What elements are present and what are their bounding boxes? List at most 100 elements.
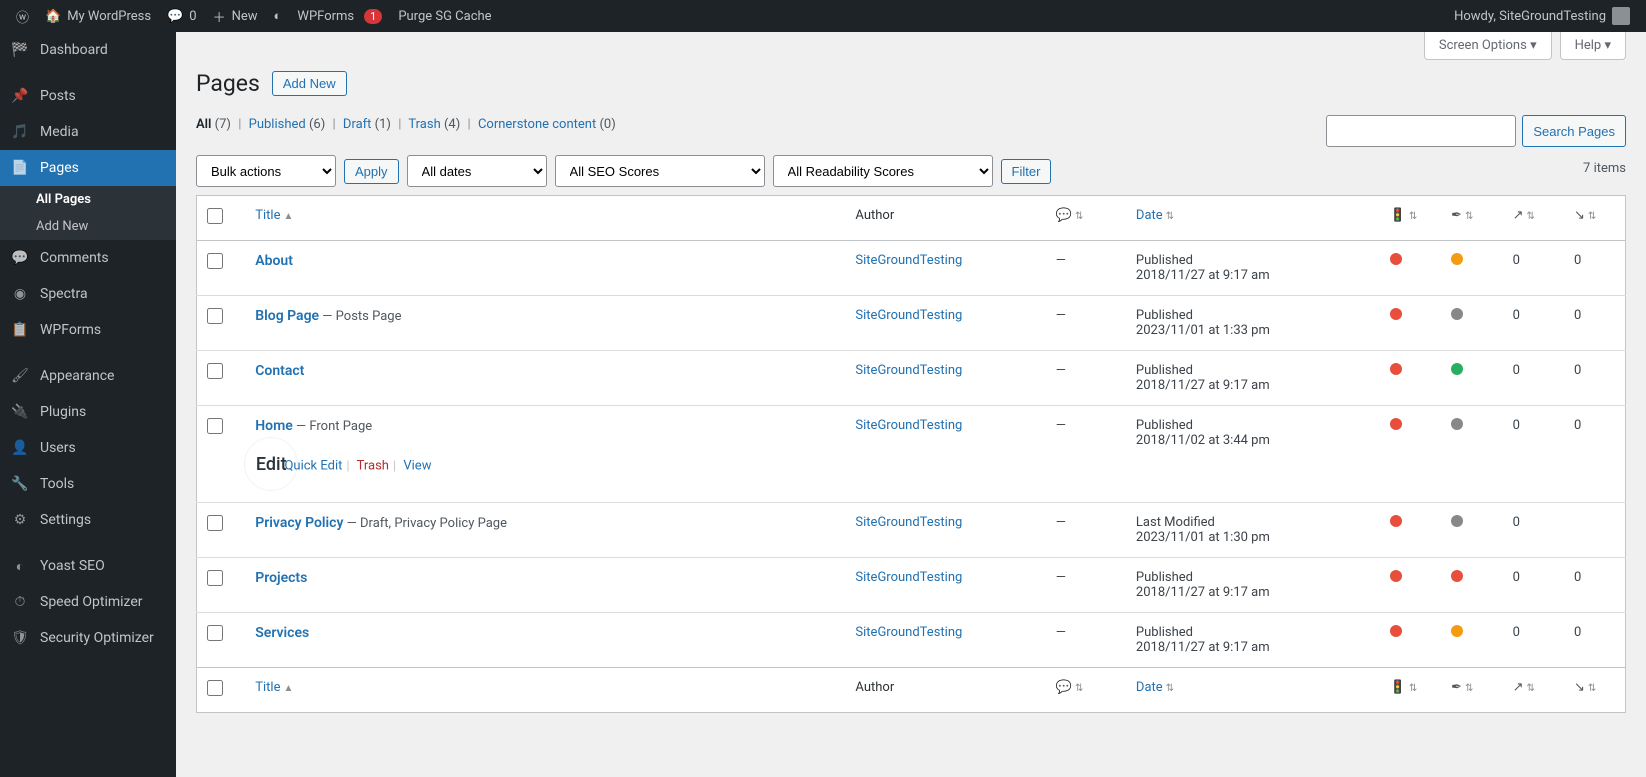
submenu-all-pages[interactable]: All Pages [0, 186, 176, 213]
view-filters: All (7) | Published (6) | Draft (1) | Tr… [196, 117, 616, 132]
readability-dot [1451, 363, 1463, 375]
view-cornerstone[interactable]: Cornerstone content [478, 117, 596, 132]
page-title-link[interactable]: Home [255, 418, 293, 434]
incoming-count: 0 [1564, 406, 1625, 503]
menu-media[interactable]: 🎵Media [0, 114, 176, 150]
author-link[interactable]: SiteGroundTesting [855, 253, 962, 268]
menu-spectra[interactable]: ◉Spectra [0, 276, 176, 312]
plus-icon: ＋ [213, 7, 226, 26]
col-author-foot: Author [845, 668, 1045, 713]
search-button[interactable]: Search Pages [1522, 115, 1626, 147]
brush-icon: 🖌 [10, 366, 30, 386]
row-checkbox[interactable] [207, 570, 223, 586]
screen-options-tab[interactable]: Screen Options ▾ [1424, 32, 1552, 60]
page-title-link[interactable]: Contact [255, 363, 304, 379]
select-all-top[interactable] [207, 208, 223, 224]
menu-dashboard[interactable]: 🏁Dashboard [0, 32, 176, 68]
incoming-links-icon: ↘ [1574, 680, 1585, 695]
view-link[interactable]: View [403, 459, 431, 474]
new-content[interactable]: ＋New [205, 0, 266, 32]
menu-comments[interactable]: 💬Comments [0, 240, 176, 276]
readability-dot [1451, 515, 1463, 527]
submenu-add-new[interactable]: Add New [0, 213, 176, 240]
row-checkbox[interactable] [207, 308, 223, 324]
author-link[interactable]: SiteGroundTesting [855, 308, 962, 323]
author-link[interactable]: SiteGroundTesting [855, 418, 962, 433]
comment-icon: 💬 [167, 9, 183, 24]
page-title-link[interactable]: About [255, 253, 293, 269]
date-text: 2018/11/27 at 9:17 am [1136, 378, 1270, 393]
comment-icon[interactable]: 💬 [1056, 208, 1072, 223]
status-text: Last Modified [1136, 515, 1215, 530]
menu-wpforms[interactable]: 📋WPForms [0, 312, 176, 348]
menu-yoast[interactable]: ◐Yoast SEO [0, 548, 176, 584]
trash-link[interactable]: Trash [357, 459, 389, 474]
wp-logo[interactable]: ⓦ [8, 0, 37, 32]
menu-security[interactable]: 🛡Security Optimizer [0, 620, 176, 656]
readability-dot [1451, 570, 1463, 582]
admin-sidebar: 🏁Dashboard 📌Posts 🎵Media 📄Pages All Page… [0, 32, 176, 777]
bulk-actions-select[interactable]: Bulk actions [196, 155, 336, 187]
item-count: 7 items [1583, 161, 1626, 176]
incoming-count: 0 [1564, 558, 1625, 613]
view-all[interactable]: All [196, 117, 211, 132]
row-checkbox[interactable] [207, 253, 223, 269]
quick-edit-link[interactable]: Quick Edit [284, 459, 342, 474]
author-link[interactable]: SiteGroundTesting [855, 515, 962, 530]
pin-icon: 📌 [10, 86, 30, 106]
menu-appearance[interactable]: 🖌Appearance [0, 358, 176, 394]
readability-dot [1451, 625, 1463, 637]
sliders-icon: ⚙ [10, 510, 30, 530]
row-checkbox[interactable] [207, 515, 223, 531]
menu-posts[interactable]: 📌Posts [0, 78, 176, 114]
purge-cache[interactable]: Purge SG Cache [390, 0, 499, 32]
page-title-link[interactable]: Blog Page [255, 308, 319, 324]
col-date[interactable]: Date [1136, 208, 1163, 223]
menu-users[interactable]: 👤Users [0, 430, 176, 466]
add-new-button[interactable]: Add New [272, 71, 347, 96]
page-title: Pages [196, 70, 260, 97]
menu-speed[interactable]: ⏱Speed Optimizer [0, 584, 176, 620]
search-input[interactable] [1326, 115, 1516, 147]
comments-bubble[interactable]: 💬0 [159, 0, 205, 32]
yoast-bar[interactable]: ◐ [266, 0, 290, 32]
chevron-down-icon: ▾ [1530, 38, 1537, 53]
menu-pages[interactable]: 📄Pages [0, 150, 176, 186]
site-name[interactable]: 🏠My WordPress [37, 0, 159, 32]
col-title[interactable]: Title [255, 208, 280, 223]
apply-button[interactable]: Apply [344, 159, 399, 184]
col-title-foot[interactable]: Title [255, 680, 280, 695]
help-tab[interactable]: Help ▾ [1560, 32, 1626, 60]
author-link[interactable]: SiteGroundTesting [855, 570, 962, 585]
page-title-link[interactable]: Projects [255, 570, 307, 586]
page-title-link[interactable]: Privacy Policy [255, 515, 343, 531]
readability-filter-select[interactable]: All Readability Scores [773, 155, 993, 187]
post-state: — Draft, Privacy Policy Page [343, 516, 507, 531]
incoming-count: 0 [1564, 613, 1625, 668]
view-published[interactable]: Published [249, 117, 306, 132]
filter-button[interactable]: Filter [1001, 159, 1052, 184]
row-checkbox[interactable] [207, 418, 223, 434]
author-link[interactable]: SiteGroundTesting [855, 625, 962, 640]
col-date-foot[interactable]: Date [1136, 680, 1163, 695]
seo-dot [1390, 308, 1402, 320]
row-checkbox[interactable] [207, 625, 223, 641]
my-account[interactable]: Howdy, SiteGroundTesting [1446, 0, 1638, 32]
status-text: Published [1136, 363, 1193, 378]
row-actions: Edit Quick Edit| Trash| View [255, 438, 835, 490]
menu-tools[interactable]: 🔧Tools [0, 466, 176, 502]
comment-icon[interactable]: 💬 [1056, 680, 1072, 695]
yoast-icon: ◐ [274, 8, 282, 24]
row-checkbox[interactable] [207, 363, 223, 379]
avatar [1612, 7, 1630, 25]
view-draft[interactable]: Draft [343, 117, 372, 132]
date-filter-select[interactable]: All dates [407, 155, 547, 187]
view-trash[interactable]: Trash [408, 117, 440, 132]
menu-plugins[interactable]: 🔌Plugins [0, 394, 176, 430]
page-title-link[interactable]: Services [255, 625, 309, 641]
author-link[interactable]: SiteGroundTesting [855, 363, 962, 378]
seo-filter-select[interactable]: All SEO Scores [555, 155, 765, 187]
select-all-bottom[interactable] [207, 680, 223, 696]
menu-settings[interactable]: ⚙Settings [0, 502, 176, 538]
wpforms-bar[interactable]: WPForms1 [289, 0, 390, 32]
